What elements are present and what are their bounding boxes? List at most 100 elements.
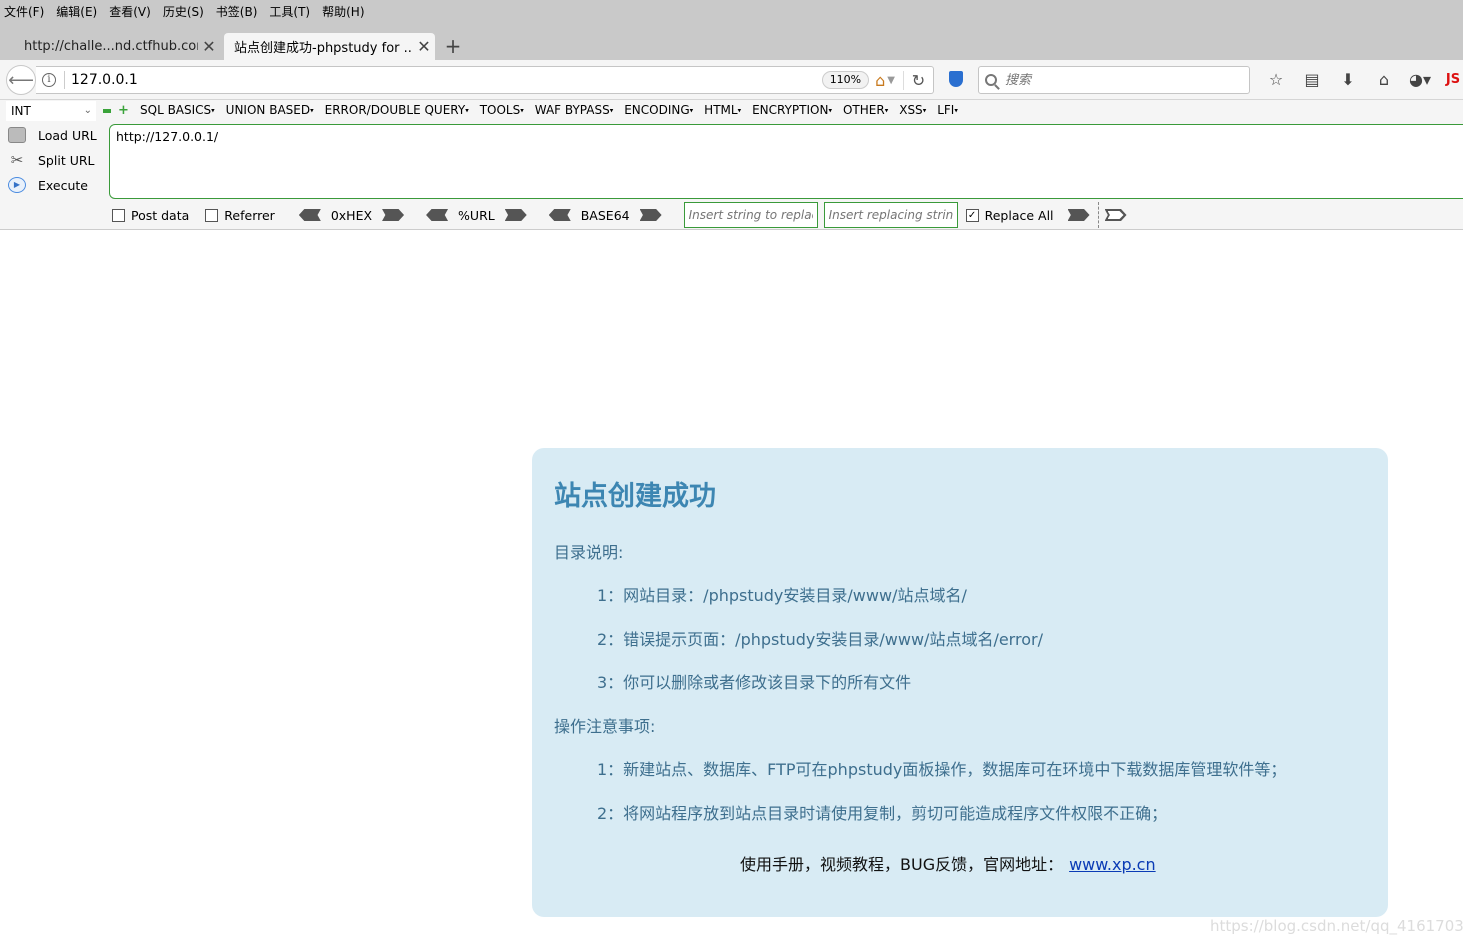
referrer-option[interactable]: Referrer — [205, 208, 275, 223]
notes-heading: 操作注意事项: — [554, 717, 656, 736]
menu-encoding[interactable]: ENCODING▾ — [624, 103, 693, 117]
divider — [1097, 202, 1099, 228]
replace-all-checkbox[interactable]: ✓ — [965, 208, 979, 222]
tab-phpstudy[interactable]: 站点创建成功-phpstudy for ... ✕ — [224, 33, 435, 60]
download-icon[interactable]: ⬇ — [1330, 70, 1366, 89]
load-url-icon — [8, 127, 26, 143]
welcome-card: 站点创建成功 目录说明: 1：网站目录：/phpstudy安装目录/www/站点… — [532, 448, 1388, 917]
close-icon[interactable]: ✕ — [413, 37, 435, 56]
home-icon[interactable]: ⌂ — [875, 71, 885, 90]
menu-history[interactable]: 历史(S) — [163, 3, 204, 20]
base64-decode-arrow-icon[interactable] — [548, 209, 571, 221]
referrer-label: Referrer — [224, 207, 275, 223]
divider — [64, 71, 65, 89]
base64-label: BASE64 — [580, 207, 630, 223]
url-encode-arrow-icon[interactable] — [504, 209, 527, 221]
page-title: 站点创建成功 — [554, 481, 716, 512]
menu-bar: 文件(F) 编辑(E) 查看(V) 历史(S) 书签(B) 工具(T) 帮助(H… — [0, 0, 1463, 22]
footer-label: 使用手册，视频教程，BUG反馈，官网地址： — [740, 855, 1064, 874]
hackbar-toolbar: INT ⌄ + SQL BASICS▾ UNION BASED▾ ERROR/D… — [0, 100, 1463, 122]
footer-text: 使用手册，视频教程，BUG反馈，官网地址： www.xp.cn — [740, 851, 1156, 875]
list-item: 2：错误提示页面：/phpstudy安装目录/www/站点域名/error/ — [597, 630, 1043, 649]
official-site-link[interactable]: www.xp.cn — [1069, 855, 1156, 874]
menu-tools[interactable]: TOOLS▾ — [480, 103, 524, 117]
menu-xss[interactable]: XSS▾ — [899, 103, 926, 117]
base64-encode-arrow-icon[interactable] — [639, 209, 662, 221]
post-data-label: Post data — [131, 207, 190, 223]
navigation-bar: ⟵ i 127.0.0.1 110% ⌂ ▼ ↻ ☆ ▤ ⬇ ⌂ ◕▾ JS — [0, 60, 1463, 100]
url-decode-arrow-icon[interactable] — [426, 209, 449, 221]
menu-tools[interactable]: 工具(T) — [269, 3, 310, 20]
menu-html[interactable]: HTML▾ — [704, 103, 741, 117]
hackbar-panel: Load URL ✂ Split URL ▶ Execute http://12… — [0, 122, 1463, 230]
url-textarea[interactable]: http://127.0.0.1/ — [109, 124, 1463, 199]
menu-encryption[interactable]: ENCRYPTION▾ — [752, 103, 832, 117]
type-select[interactable]: INT ⌄ — [6, 101, 96, 121]
arrow-left-icon: ⟵ — [8, 69, 34, 91]
menu-lfi[interactable]: LFI▾ — [937, 103, 958, 117]
shield-icon[interactable] — [949, 71, 963, 87]
menu-help[interactable]: 帮助(H) — [322, 3, 364, 20]
tab-title: http://challe...nd.ctfhub.com — [24, 39, 198, 54]
menu-bookmarks[interactable]: 书签(B) — [216, 3, 258, 20]
replace-reverse-arrow-icon[interactable] — [1105, 209, 1127, 221]
referrer-checkbox[interactable] — [205, 208, 219, 222]
split-url-button[interactable]: ✂ Split URL — [8, 152, 95, 168]
plus-icon[interactable]: + — [118, 104, 129, 117]
url-text[interactable]: 127.0.0.1 — [71, 72, 822, 88]
url-label: %URL — [458, 207, 495, 223]
menu-edit[interactable]: 编辑(E) — [56, 3, 97, 20]
js-toggle-icon[interactable]: JS — [1438, 72, 1463, 87]
search-icon — [985, 74, 997, 86]
search-bar[interactable] — [978, 66, 1250, 94]
directory-heading: 目录说明: — [554, 543, 624, 562]
reload-icon[interactable]: ↻ — [903, 70, 933, 90]
bookmark-star-icon[interactable]: ☆ — [1258, 70, 1294, 89]
post-data-option[interactable]: Post data — [112, 208, 189, 223]
info-icon[interactable]: i — [42, 73, 56, 87]
menu-file[interactable]: 文件(F) — [4, 3, 44, 20]
menu-error-double-query[interactable]: ERROR/DOUBLE QUERY▾ — [325, 103, 469, 117]
reading-list-icon[interactable]: ▤ — [1294, 70, 1330, 89]
replace-all-label: Replace All — [984, 207, 1054, 223]
close-icon[interactable]: ✕ — [198, 37, 220, 56]
post-data-checkbox[interactable] — [112, 208, 125, 222]
scissors-icon: ✂ — [10, 151, 24, 169]
type-select-value: INT — [11, 104, 31, 118]
menu-waf-bypass[interactable]: WAF BYPASS▾ — [535, 103, 613, 117]
hex-label: 0xHEX — [330, 207, 373, 223]
chevron-down-icon: ⌄ — [83, 105, 92, 116]
replace-string-input[interactable] — [683, 202, 818, 228]
list-item: 1：新建站点、数据库、FTP可在phpstudy面板操作，数据库可在环境中下载数… — [597, 760, 1287, 779]
watermark: https://blog.csdn.net/qq_41617034 — [1210, 917, 1463, 935]
list-item: 1：网站目录：/phpstudy安装目录/www/站点域名/ — [597, 586, 967, 605]
load-url-button[interactable]: Load URL — [8, 127, 97, 143]
menu-view[interactable]: 查看(V) — [109, 3, 151, 20]
hex-encode-arrow-icon[interactable] — [382, 209, 405, 221]
account-icon[interactable]: ◕▾ — [1402, 70, 1438, 89]
minus-icon[interactable] — [103, 109, 111, 113]
options-row: Post data Referrer 0xHEX %URL BASE64 ✓ R… — [112, 201, 1127, 229]
new-tab-button[interactable]: + — [443, 34, 463, 58]
execute-label: Execute — [38, 177, 88, 193]
replacing-string-input[interactable] — [823, 202, 958, 228]
list-item: 2：将网站程序放到站点目录时请使用复制，剪切可能造成程序文件权限不正确； — [597, 804, 1168, 823]
tab-title: 站点创建成功-phpstudy for ... — [234, 41, 413, 56]
tab-ctfhub[interactable]: http://challe...nd.ctfhub.com ✕ — [14, 33, 220, 60]
menu-sql-basics[interactable]: SQL BASICS▾ — [140, 103, 215, 117]
toolbar-icons: ☆ ▤ ⬇ ⌂ ◕▾ JS — [1258, 70, 1463, 89]
menu-union-based[interactable]: UNION BASED▾ — [226, 103, 314, 117]
search-input[interactable] — [1005, 72, 1235, 88]
zoom-level[interactable]: 110% — [821, 71, 870, 89]
home-icon[interactable]: ⌂ — [1366, 70, 1402, 89]
execute-button[interactable]: ▶ Execute — [8, 177, 88, 193]
play-icon: ▶ — [8, 177, 26, 193]
back-button[interactable]: ⟵ — [6, 65, 36, 95]
hex-decode-arrow-icon[interactable] — [298, 209, 321, 221]
address-bar[interactable]: i 127.0.0.1 110% ⌂ ▼ ↻ — [36, 66, 934, 94]
replace-arrow-icon[interactable] — [1067, 209, 1090, 221]
menu-other[interactable]: OTHER▾ — [843, 103, 888, 117]
replace-all-option[interactable]: ✓ Replace All — [965, 207, 1054, 223]
split-url-label: Split URL — [38, 152, 95, 168]
dropdown-arrow-icon[interactable]: ▼ — [887, 75, 895, 86]
